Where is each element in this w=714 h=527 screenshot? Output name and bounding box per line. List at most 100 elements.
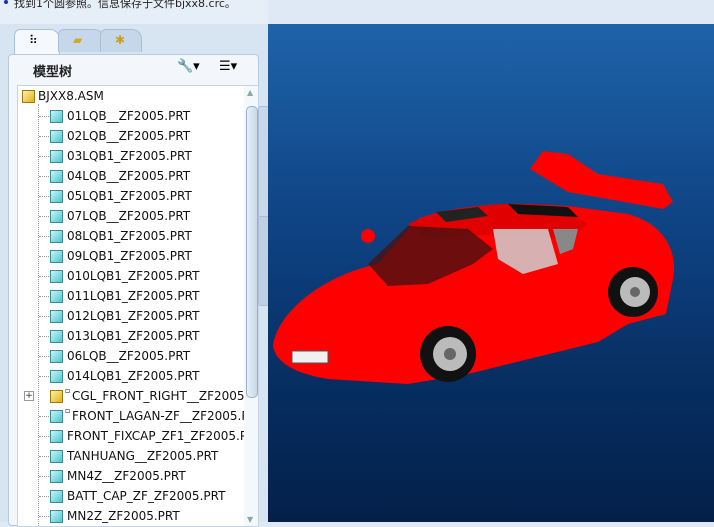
tree-item-label: 013LQB1_ZF2005.PRT xyxy=(67,329,200,343)
part-icon xyxy=(50,290,63,303)
tree-item[interactable]: MN4Z__ZF2005.PRT xyxy=(18,466,248,486)
tree-item[interactable]: 08LQB1_ZF2005.PRT xyxy=(18,226,248,246)
tree-item[interactable]: 013LQB1_ZF2005.PRT xyxy=(18,326,248,346)
tree-item-label: 04LQB__ZF2005.PRT xyxy=(67,169,191,183)
tree-item-label: 011LQB1_ZF2005.PRT xyxy=(67,289,200,303)
assembly-icon xyxy=(50,390,63,403)
tree-item-label: 08LQB1_ZF2005.PRT xyxy=(67,229,192,243)
tree-item-label: 06LQB__ZF2005.PRT xyxy=(67,349,191,363)
front-wheel xyxy=(420,326,476,382)
tab-folder-browser[interactable]: ▰ xyxy=(58,29,104,52)
status-message: 找到1个圆参照。信息保存于文件bjxx8.crc。 xyxy=(14,0,236,10)
tab-favorites[interactable]: ✱ xyxy=(100,29,142,52)
part-icon xyxy=(50,310,63,323)
tree-connector xyxy=(39,256,49,257)
tree-item[interactable]: 011LQB1_ZF2005.PRT xyxy=(18,286,248,306)
side-mirror-left xyxy=(361,229,375,243)
tree-item-label: FRONT_LAGAN-ZF__ZF2005.P xyxy=(72,409,249,423)
tree-item[interactable]: 03LQB1_ZF2005.PRT xyxy=(18,146,248,166)
tree-item[interactable]: + ▫ CGL_FRONT_RIGHT__ZF2005 xyxy=(18,386,248,406)
part-icon xyxy=(50,350,63,363)
tree-connector xyxy=(39,216,49,217)
tree-item-label: 02LQB__ZF2005.PRT xyxy=(67,129,191,143)
tree-icon: ⠷ xyxy=(29,33,38,47)
tree-item-label: 07LQB__ZF2005.PRT xyxy=(67,209,191,223)
expand-icon[interactable]: + xyxy=(24,391,34,401)
tree-root[interactable]: BJXX8.ASM xyxy=(18,86,248,106)
rear-wheel xyxy=(608,267,658,317)
tree-item[interactable]: TANHUANG__ZF2005.PRT xyxy=(18,446,248,466)
tree-connector xyxy=(39,356,49,357)
tree-item[interactable]: 02LQB__ZF2005.PRT xyxy=(18,126,248,146)
tree-item-label: CGL_FRONT_RIGHT__ZF2005 xyxy=(72,389,245,403)
tree-item-label: 014LQB1_ZF2005.PRT xyxy=(67,369,200,383)
part-icon xyxy=(50,410,63,423)
tree-connector xyxy=(39,236,49,237)
part-icon xyxy=(50,450,63,463)
tree-item[interactable]: 05LQB1_ZF2005.PRT xyxy=(18,186,248,206)
tree-connector xyxy=(39,496,49,497)
tree-item-label: 01LQB__ZF2005.PRT xyxy=(67,109,191,123)
panel-title: 模型树 xyxy=(33,65,73,80)
tree-item-label: BJXX8.ASM xyxy=(38,89,104,103)
part-icon xyxy=(50,510,63,523)
tree-item-label: 09LQB1_ZF2005.PRT xyxy=(67,249,192,263)
car-model xyxy=(273,151,674,384)
tree-item[interactable]: 012LQB1_ZF2005.PRT xyxy=(18,306,248,326)
part-icon xyxy=(50,470,63,483)
tree-scrollbar[interactable]: ▲ ▼ xyxy=(244,86,258,526)
tree-item[interactable]: 06LQB__ZF2005.PRT xyxy=(18,346,248,366)
folders-icon: ▰ xyxy=(73,33,83,47)
part-icon xyxy=(50,430,63,443)
scroll-down-icon[interactable]: ▼ xyxy=(247,515,253,524)
tree-connector xyxy=(39,336,49,337)
tree-item[interactable]: ▫ FRONT_LAGAN-ZF__ZF2005.P xyxy=(18,406,249,426)
model-tree-panel: 模型树 🔧▾ ☰▾ BJXX8.ASM 01LQB__ZF2005.PRT 02L… xyxy=(8,54,259,527)
tree-item[interactable]: FRONT_FIXCAP_ZF1_ZF2005.P xyxy=(18,426,248,446)
tree-item[interactable]: 010LQB1_ZF2005.PRT xyxy=(18,266,248,286)
tree-connector xyxy=(39,416,49,417)
tree-item[interactable]: MN2Z_ZF2005.PRT xyxy=(18,506,248,526)
tree-connector xyxy=(39,276,49,277)
tree-connector xyxy=(39,136,49,137)
part-icon xyxy=(50,490,63,503)
tree-item-label: BATT_CAP_ZF_ZF2005.PRT xyxy=(67,489,226,503)
part-icon xyxy=(50,250,63,263)
license-plate xyxy=(291,350,329,364)
tree-connector xyxy=(39,316,49,317)
part-icon xyxy=(50,210,63,223)
tree-item[interactable]: 014LQB1_ZF2005.PRT xyxy=(18,366,248,386)
tree-item-label: TANHUANG__ZF2005.PRT xyxy=(67,449,219,463)
part-icon xyxy=(50,230,63,243)
message-bullet-icon xyxy=(4,0,8,4)
scroll-thumb[interactable] xyxy=(246,106,258,398)
side-mirror xyxy=(500,268,516,284)
star-folder-icon: ✱ xyxy=(115,33,126,47)
tree-item[interactable]: 01LQB__ZF2005.PRT xyxy=(18,106,248,126)
assembly-icon xyxy=(22,90,35,103)
flag-icon: ▫ xyxy=(65,406,71,415)
tree-item[interactable]: 09LQB1_ZF2005.PRT xyxy=(18,246,248,266)
tree-item[interactable]: 04LQB__ZF2005.PRT xyxy=(18,166,248,186)
tree-item-label: 03LQB1_ZF2005.PRT xyxy=(67,149,192,163)
tree-connector xyxy=(39,176,49,177)
message-area: 找到1个圆参照。信息保存于文件bjxx8.crc。 xyxy=(0,0,268,24)
tree-item[interactable]: 07LQB__ZF2005.PRT xyxy=(18,206,248,226)
tree-item[interactable]: BATT_CAP_ZF_ZF2005.PRT xyxy=(18,486,248,506)
car-spoiler xyxy=(530,151,673,209)
flag-icon: ▫ xyxy=(65,386,71,395)
part-icon xyxy=(50,330,63,343)
part-icon xyxy=(50,270,63,283)
tree-item-label: FRONT_FIXCAP_ZF1_ZF2005.P xyxy=(67,429,248,443)
tree-connector xyxy=(39,516,49,517)
tree-connector xyxy=(39,116,49,117)
tree-item-label: 05LQB1_ZF2005.PRT xyxy=(67,189,192,203)
tree-connector xyxy=(39,436,49,437)
hammer-wrench-icon[interactable]: 🔧▾ xyxy=(177,59,200,74)
tab-model-tree[interactable]: ⠷ xyxy=(14,29,60,54)
list-settings-icon[interactable]: ☰▾ xyxy=(219,59,237,74)
tree-connector xyxy=(39,476,49,477)
graphics-window[interactable] xyxy=(268,24,714,522)
part-icon xyxy=(50,370,63,383)
scroll-up-icon[interactable]: ▲ xyxy=(247,88,253,97)
